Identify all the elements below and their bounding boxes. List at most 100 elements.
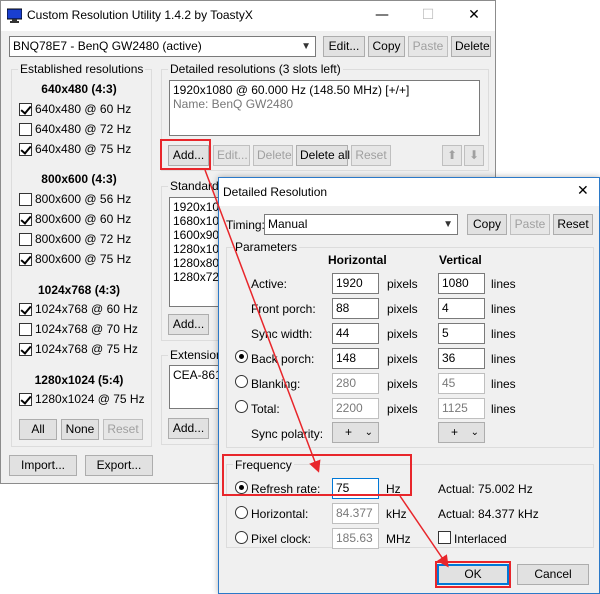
detailed-list[interactable]: 1920x1080 @ 60.000 Hz (148.50 MHz) [+/+]… xyxy=(169,80,480,136)
detailed-reset-button[interactable]: Reset xyxy=(351,145,391,166)
checkbox[interactable] xyxy=(19,393,32,406)
horizontal-actual: Actual: 84.377 kHz xyxy=(438,507,539,521)
timing-select[interactable]: Manual ▼ xyxy=(264,214,458,235)
h-sync-width-input[interactable]: 44 xyxy=(332,323,379,344)
dialog-titlebar: Detailed Resolution ✕ xyxy=(219,178,599,206)
v-active-input[interactable]: 1080 xyxy=(438,273,485,294)
monitor-select[interactable]: BNQ78E7 - BenQ GW2480 (active) ▼ xyxy=(9,36,316,57)
param-label: Back porch: xyxy=(251,352,315,366)
param-label: Sync width: xyxy=(251,327,313,341)
unit-label: lines xyxy=(491,327,516,341)
minimize-button[interactable]: — xyxy=(359,1,405,31)
unit-label: pixels xyxy=(387,327,418,341)
all-button[interactable]: All xyxy=(19,419,57,440)
v-blanking-input[interactable]: 45 xyxy=(438,373,485,394)
dialog-close-icon[interactable]: ✕ xyxy=(577,183,589,199)
import-button[interactable]: Import... xyxy=(9,455,77,476)
group-header: 1280x1024 (5:4) xyxy=(34,373,124,387)
col-horizontal: Horizontal xyxy=(328,253,387,267)
horizontal-freq-input[interactable]: 84.377 xyxy=(332,503,379,524)
h-front-porch-input[interactable]: 88 xyxy=(332,298,379,319)
h-total-input[interactable]: 2200 xyxy=(332,398,379,419)
checkbox[interactable] xyxy=(19,193,32,206)
main-titlebar: Custom Resolution Utility 1.4.2 by Toast… xyxy=(1,1,495,31)
highlight-add-button xyxy=(160,139,211,170)
v-front-porch-input[interactable]: 4 xyxy=(438,298,485,319)
checkbox-label: 1024x768 @ 70 Hz xyxy=(35,322,138,336)
checkbox[interactable] xyxy=(19,253,32,266)
edit-monitor-button[interactable]: Edit... xyxy=(323,36,365,57)
total-radio[interactable] xyxy=(235,400,248,413)
detailed-edit-button[interactable]: Edit... xyxy=(213,145,250,166)
standard-add-button[interactable]: Add... xyxy=(168,314,209,335)
v-polarity-select[interactable]: + ⌄ xyxy=(438,422,485,443)
group-header: 1024x768 (4:3) xyxy=(37,283,121,297)
group-header: 800x600 (4:3) xyxy=(41,172,117,186)
checkbox-label: 800x600 @ 60 Hz xyxy=(35,212,132,226)
back-porch-radio[interactable] xyxy=(235,350,248,363)
v-back-porch-input[interactable]: 36 xyxy=(438,348,485,369)
copy-button[interactable]: Copy xyxy=(368,36,405,57)
h-back-porch-input[interactable]: 148 xyxy=(332,348,379,369)
checkbox[interactable] xyxy=(19,103,32,116)
horizontal-freq-label: Horizontal: xyxy=(251,507,309,521)
monitor-icon xyxy=(7,8,22,23)
cancel-button[interactable]: Cancel xyxy=(517,564,589,585)
detailed-title: Detailed resolutions (3 slots left) xyxy=(168,62,343,76)
move-up-button[interactable]: ⬆ xyxy=(442,145,462,166)
chevron-down-icon: ▼ xyxy=(443,219,453,230)
export-button[interactable]: Export... xyxy=(85,455,153,476)
blanking-radio[interactable] xyxy=(235,375,248,388)
checkbox-label: 1024x768 @ 60 Hz xyxy=(35,302,138,316)
horizontal-freq-radio[interactable] xyxy=(235,506,248,519)
checkbox[interactable] xyxy=(19,213,32,226)
checkbox-label: 1024x768 @ 75 Hz xyxy=(35,342,138,356)
h-active-input[interactable]: 1920 xyxy=(332,273,379,294)
dialog-copy-button[interactable]: Copy xyxy=(467,214,507,235)
pixel-clock-input[interactable]: 185.63 xyxy=(332,528,379,549)
pixel-clock-unit: MHz xyxy=(386,532,411,546)
maximize-button[interactable]: ☐ xyxy=(405,1,451,31)
delete-button[interactable]: Delete xyxy=(451,36,491,57)
highlight-ok-button xyxy=(435,561,511,588)
checkbox[interactable] xyxy=(19,303,32,316)
main-title: Custom Resolution Utility 1.4.2 by Toast… xyxy=(27,8,253,22)
checkbox-label: 640x480 @ 60 Hz xyxy=(35,102,132,116)
checkbox[interactable] xyxy=(19,233,32,246)
unit-label: pixels xyxy=(387,277,418,291)
close-button[interactable]: ✕ xyxy=(451,1,497,31)
dialog-reset-button[interactable]: Reset xyxy=(553,214,593,235)
interlaced-checkbox[interactable] xyxy=(438,531,451,544)
checkbox[interactable] xyxy=(19,323,32,336)
paste-button[interactable]: Paste xyxy=(408,36,448,57)
parameters-title: Parameters xyxy=(233,240,300,254)
none-button[interactable]: None xyxy=(61,419,99,440)
dialog-paste-button[interactable]: Paste xyxy=(510,214,550,235)
checkbox[interactable] xyxy=(19,143,32,156)
checkbox[interactable] xyxy=(19,123,32,136)
unit-label: pixels xyxy=(387,377,418,391)
highlight-refresh-rate xyxy=(222,454,412,496)
checkbox[interactable] xyxy=(19,343,32,356)
chevron-down-icon: ⌄ xyxy=(364,427,373,438)
v-total-input[interactable]: 1125 xyxy=(438,398,485,419)
v-sync-width-input[interactable]: 5 xyxy=(438,323,485,344)
h-blanking-input[interactable]: 280 xyxy=(332,373,379,394)
delete-all-button[interactable]: Delete all xyxy=(296,145,350,166)
extension-add-button[interactable]: Add... xyxy=(168,418,209,439)
pixel-clock-radio[interactable] xyxy=(235,531,248,544)
established-reset-button[interactable]: Reset xyxy=(103,419,143,440)
horizontal-freq-unit: kHz xyxy=(386,507,407,521)
param-label: Front porch: xyxy=(251,302,316,316)
checkbox-label: 640x480 @ 72 Hz xyxy=(35,122,132,136)
unit-label: lines xyxy=(491,377,516,391)
detailed-delete-button[interactable]: Delete xyxy=(253,145,293,166)
unit-label: pixels xyxy=(387,402,418,416)
h-polarity-select[interactable]: + ⌄ xyxy=(332,422,379,443)
dialog-title: Detailed Resolution xyxy=(223,185,328,199)
list-item[interactable]: 1920x1080 @ 60.000 Hz (148.50 MHz) [+/+] xyxy=(170,81,479,97)
move-down-button[interactable]: ⬇ xyxy=(464,145,484,166)
pixel-clock-label: Pixel clock: xyxy=(251,532,312,546)
col-vertical: Vertical xyxy=(439,253,482,267)
sync-polarity-label: Sync polarity: xyxy=(251,427,324,441)
